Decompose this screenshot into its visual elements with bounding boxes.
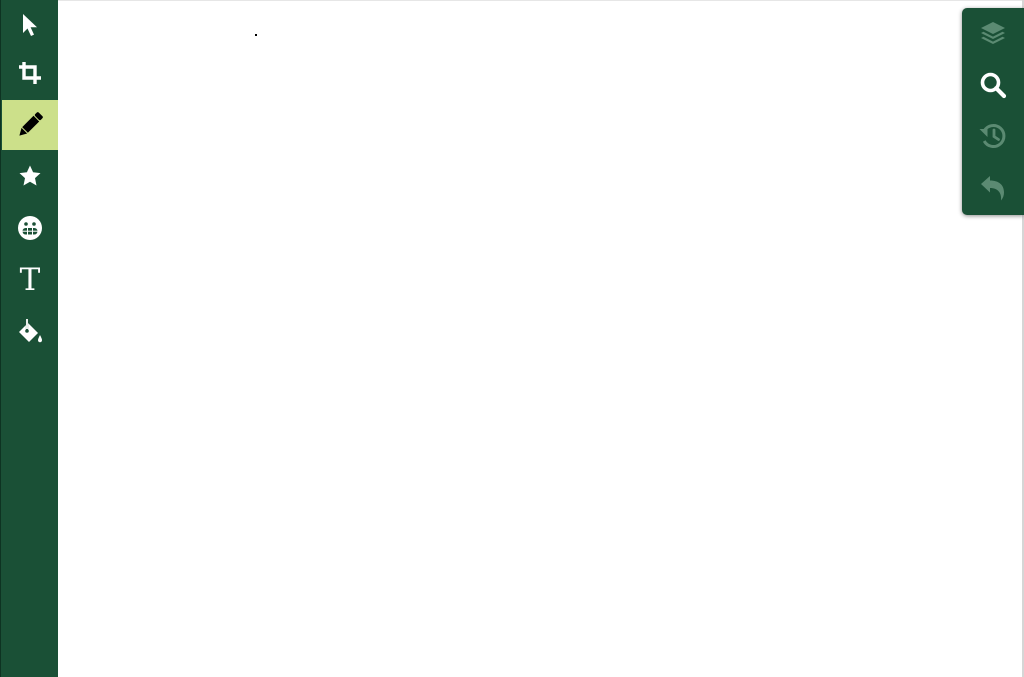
left-toolbar: T [0,0,58,677]
layers-button[interactable] [962,10,1024,60]
grin-icon [17,215,43,241]
layers-icon [978,18,1008,52]
undo-icon [979,174,1007,206]
tool-select[interactable] [2,0,58,50]
app-root: T [0,0,1024,677]
history-button[interactable] [962,113,1024,163]
text-icon: T [19,261,41,298]
paint-bucket-icon [16,318,44,346]
tool-fill[interactable] [2,307,58,357]
tool-shapes[interactable] [2,151,58,201]
zoom-button[interactable] [962,62,1024,112]
canvas-stroke-dot [255,34,257,36]
arrow-pointer-icon [20,12,40,38]
tool-text[interactable]: T [2,255,58,305]
drawing-canvas[interactable] [58,0,1022,677]
undo-button[interactable] [962,165,1024,215]
pencil-icon [14,109,46,141]
history-icon [978,121,1008,155]
search-icon [979,71,1007,103]
crop-icon [17,60,43,86]
tool-stickers[interactable] [2,203,58,253]
tool-draw[interactable] [2,100,58,150]
tool-crop[interactable] [2,48,58,98]
right-panel [962,8,1024,215]
star-icon [18,164,42,188]
